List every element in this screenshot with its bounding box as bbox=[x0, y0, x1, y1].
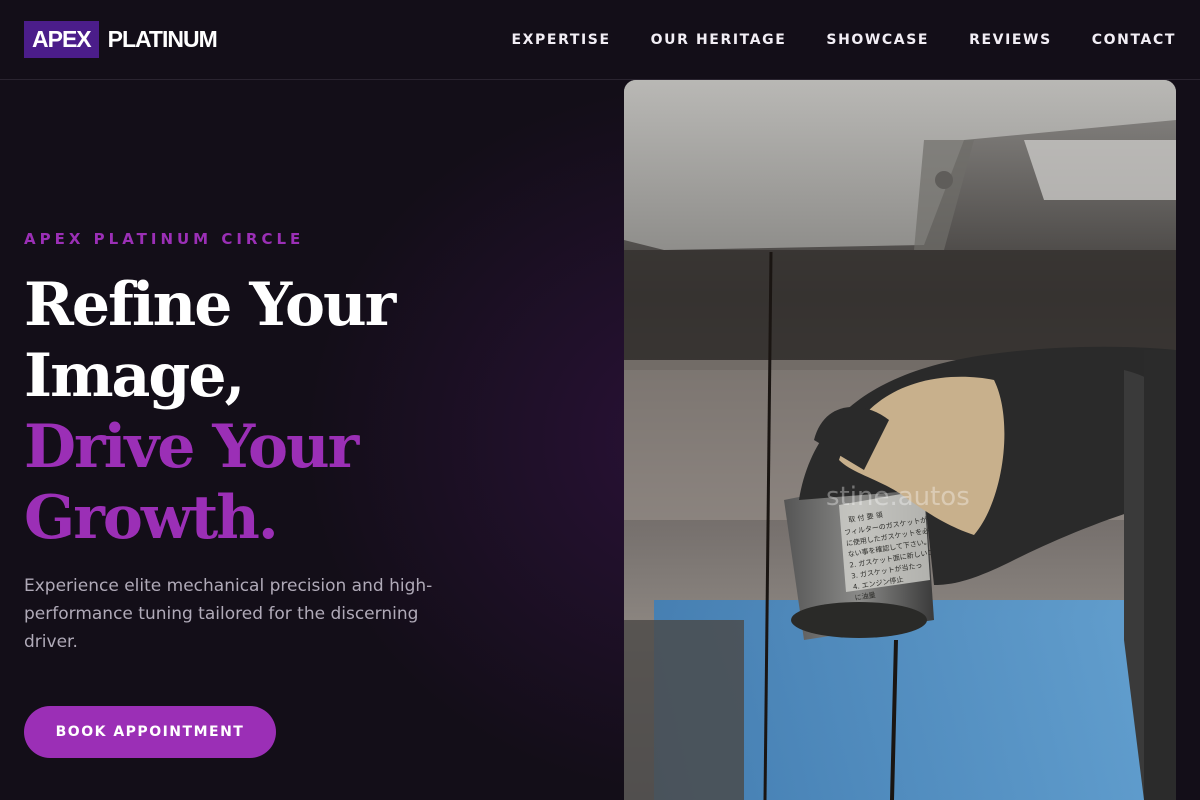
nav-link-reviews[interactable]: REVIEWS bbox=[969, 32, 1052, 48]
headline-line-1: Refine Your bbox=[24, 270, 396, 340]
hero-headline: Refine Your Image, Drive Your Growth. bbox=[24, 270, 464, 554]
headline-line-4: Growth. bbox=[24, 483, 279, 553]
site-header: APEX PLATINUM EXPERTISE OUR HERITAGE SHO… bbox=[0, 0, 1200, 80]
logo[interactable]: APEX PLATINUM bbox=[24, 21, 218, 58]
hero-content: APEX PLATINUM CIRCLE Refine Your Image, … bbox=[24, 230, 464, 656]
logo-mark: APEX bbox=[24, 21, 99, 58]
headline-line-2: Image, bbox=[24, 341, 245, 411]
hero-photo: 取 付 要 領 フィルターのガスケットが部品につ に使用したガスケットを必ずエン… bbox=[624, 80, 1176, 800]
nav-link-expertise[interactable]: EXPERTISE bbox=[512, 32, 611, 48]
nav-link-contact[interactable]: CONTACT bbox=[1092, 32, 1176, 48]
nav-link-our-heritage[interactable]: OUR HERITAGE bbox=[651, 32, 787, 48]
main-nav: EXPERTISE OUR HERITAGE SHOWCASE REVIEWS … bbox=[512, 32, 1177, 48]
oil-change-illustration: 取 付 要 領 フィルターのガスケットが部品につ に使用したガスケットを必ずエン… bbox=[624, 80, 1176, 800]
photo-watermark: stine.autos bbox=[826, 482, 970, 512]
logo-wordmark: PLATINUM bbox=[107, 26, 218, 52]
hero-description: Experience elite mechanical precision an… bbox=[24, 576, 433, 652]
nav-link-showcase[interactable]: SHOWCASE bbox=[826, 32, 929, 48]
headline-line-3: Drive Your bbox=[24, 412, 359, 482]
hero-eyebrow: APEX PLATINUM CIRCLE bbox=[24, 230, 305, 248]
book-appointment-button[interactable]: BOOK APPOINTMENT bbox=[24, 706, 276, 758]
